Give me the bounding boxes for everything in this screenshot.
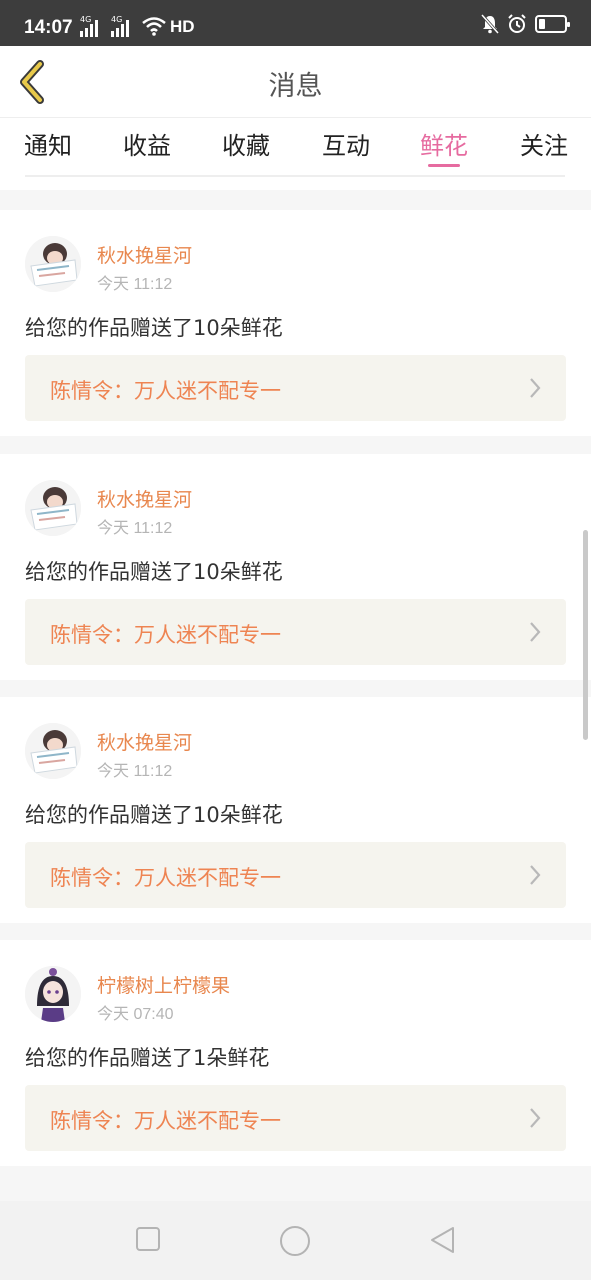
message-time: 今天 11:12 [97, 276, 173, 293]
sender-name[interactable]: 柠檬树上柠檬果 [97, 971, 230, 998]
message-text: 给您的作品赠送了10朵鲜花 [25, 803, 283, 827]
tab-flowers[interactable]: 鲜花 [420, 126, 468, 161]
status-bar: 14:07 4G 4G HD [0, 0, 591, 46]
tab-earnings[interactable]: 收益 [123, 126, 171, 161]
message-time: 今天 07:40 [97, 1006, 174, 1023]
work-link[interactable]: 陈情令：万人迷不配专一 [25, 1085, 566, 1151]
sender-name[interactable]: 秋水挽星河 [97, 728, 192, 755]
wifi-icon [142, 17, 166, 36]
battery-level [539, 19, 545, 29]
recent-apps-button[interactable] [134, 1225, 162, 1253]
page-title: 消息 [268, 71, 323, 102]
back-nav-button[interactable] [428, 1225, 458, 1255]
message-text: 给您的作品赠送了10朵鲜花 [25, 316, 283, 340]
notifications-off-icon [481, 14, 499, 34]
tab-favorites[interactable]: 收藏 [222, 126, 270, 161]
message-text: 给您的作品赠送了10朵鲜花 [25, 560, 283, 584]
battery-icon [535, 15, 570, 33]
system-nav-bar [0, 1201, 591, 1280]
network-type-2: 4G [111, 15, 123, 24]
sender-name[interactable]: 秋水挽星河 [97, 241, 192, 268]
avatar[interactable] [25, 480, 81, 536]
message-card: 秋水挽星河 今天 11:12 给您的作品赠送了10朵鲜花 陈情令：万人迷不配专一 [0, 697, 591, 923]
sender-name[interactable]: 秋水挽星河 [97, 485, 192, 512]
work-title: 陈情令：万人迷不配专一 [50, 623, 281, 647]
tab-follows[interactable]: 关注 [520, 126, 568, 161]
message-time: 今天 11:12 [97, 763, 173, 780]
user-avatar-image [25, 236, 81, 292]
chevron-right-icon [530, 378, 541, 398]
avatar[interactable] [25, 966, 81, 1022]
user-avatar-image [25, 966, 81, 1022]
work-title: 陈情令：万人迷不配专一 [50, 1109, 281, 1133]
message-text: 给您的作品赠送了1朵鲜花 [25, 1046, 270, 1070]
work-title: 陈情令：万人迷不配专一 [50, 379, 281, 403]
message-time: 今天 11:12 [97, 520, 173, 537]
tabs-divider [25, 175, 565, 177]
header: 消息 [0, 46, 591, 118]
user-avatar-image [25, 480, 81, 536]
signal-icon-2: 4G [111, 15, 131, 37]
work-title: 陈情令：万人迷不配专一 [50, 866, 281, 890]
tab-notifications[interactable]: 通知 [24, 126, 72, 161]
chevron-right-icon [530, 865, 541, 885]
home-button[interactable] [279, 1225, 311, 1257]
chevron-right-icon [530, 622, 541, 642]
work-link[interactable]: 陈情令：万人迷不配专一 [25, 599, 566, 665]
status-time: 14:07 [24, 17, 73, 38]
user-avatar-image [25, 723, 81, 779]
hd-indicator: HD [170, 17, 195, 36]
work-link[interactable]: 陈情令：万人迷不配专一 [25, 355, 566, 421]
signal-icon-1: 4G [80, 15, 100, 37]
network-type-1: 4G [80, 15, 92, 24]
work-link[interactable]: 陈情令：万人迷不配专一 [25, 842, 566, 908]
tab-interactions[interactable]: 互动 [322, 126, 370, 161]
tab-bar: 通知 收益 收藏 互动 鲜花 关注 [0, 118, 591, 190]
message-card: 秋水挽星河 今天 11:12 给您的作品赠送了10朵鲜花 陈情令：万人迷不配专一 [0, 454, 591, 680]
active-tab-indicator [428, 164, 460, 167]
alarm-icon [508, 14, 526, 33]
avatar[interactable] [25, 236, 81, 292]
avatar[interactable] [25, 723, 81, 779]
message-card: 柠檬树上柠檬果 今天 07:40 给您的作品赠送了1朵鲜花 陈情令：万人迷不配专… [0, 940, 591, 1166]
message-card: 秋水挽星河 今天 11:12 给您的作品赠送了10朵鲜花 陈情令：万人迷不配专一 [0, 210, 591, 436]
scrollbar[interactable] [583, 530, 588, 740]
chevron-right-icon [530, 1108, 541, 1128]
